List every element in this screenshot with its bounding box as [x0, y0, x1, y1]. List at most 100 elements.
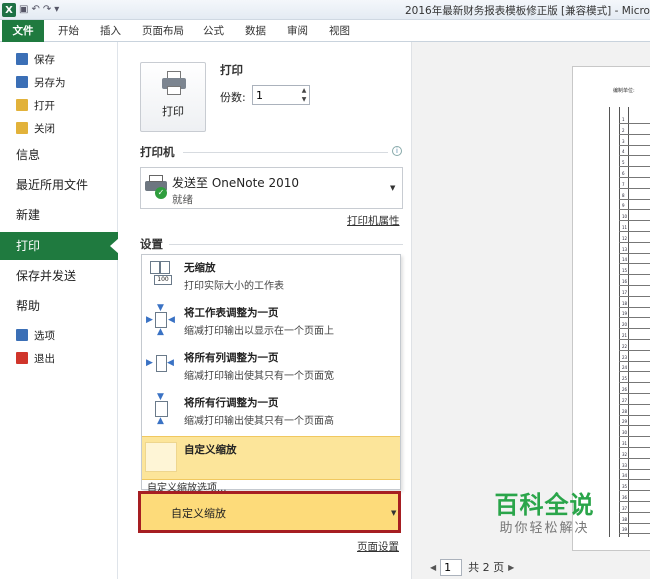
customize-icon[interactable]: ▾ [54, 3, 59, 17]
watermark-title: 百科全说 [494, 491, 595, 519]
preview-row-number: 2 [622, 127, 625, 133]
preview-row-line [619, 339, 650, 340]
tab-view[interactable]: 视图 [329, 23, 350, 40]
title-bar: X ▣ ↶ ↷ ▾ 2016年最新财务报表模板修正版 [兼容模式] - Micr… [0, 0, 650, 20]
undo-icon[interactable]: ↶ [31, 3, 39, 17]
preview-row-line [619, 382, 650, 384]
copies-label: 份数: [220, 91, 246, 104]
tab-formulas[interactable]: 公式 [203, 23, 224, 40]
print-button[interactable]: 打印 [140, 62, 206, 132]
preview-row-line [619, 220, 650, 222]
preview-row-number: 39 [622, 527, 628, 533]
nav-print[interactable]: 打印 [0, 232, 119, 260]
nav-open-label: 打开 [34, 99, 55, 112]
preview-row-number: 28 [622, 408, 628, 414]
option-title: 无缩放 [184, 262, 216, 274]
excel-logo-icon[interactable]: X [2, 3, 16, 17]
nav-save-as[interactable]: 另存为 [16, 73, 66, 91]
preview-row-line [619, 123, 650, 124]
nav-options-label: 选项 [34, 329, 55, 342]
prev-page-icon[interactable]: ◀ [430, 563, 436, 572]
preview-row-line [619, 295, 650, 297]
preview-row-number: 11 [622, 225, 628, 230]
preview-row-line [619, 457, 650, 459]
preview-row-number: 1 [622, 117, 625, 122]
option-title: 将所有列调整为一页 [184, 352, 279, 364]
nav-save[interactable]: 保存 [16, 50, 55, 68]
fit-columns-icon: ▶ ◀ [146, 351, 174, 379]
option-fit-columns[interactable]: ▶ ◀ 将所有列调整为一页 缩减打印输出使其只有一个页面宽 [142, 347, 400, 391]
next-page-icon[interactable]: ▶ [508, 563, 514, 572]
preview-row-line [619, 328, 650, 330]
preview-row-line [619, 166, 650, 168]
preview-row-number: 36 [622, 495, 628, 500]
printer-name: 发送至 OneNote 2010 [172, 176, 300, 190]
no-scaling-icon: 100 [148, 261, 174, 289]
page-setup-link[interactable]: 页面设置 [357, 539, 399, 554]
grid-line [609, 107, 610, 537]
preview-row-number: 31 [622, 441, 628, 446]
window-title: 2016年最新财务报表模板修正版 [兼容模式] - Microso [405, 5, 650, 17]
preview-row-number: 38 [622, 516, 628, 522]
nav-info[interactable]: 信息 [0, 141, 118, 169]
preview-row-line [619, 144, 650, 146]
printer-icon [162, 71, 186, 97]
divider [169, 244, 403, 245]
nav-new[interactable]: 新建 [0, 201, 118, 229]
preview-row-line [619, 468, 650, 470]
preview-row-number: 37 [622, 505, 628, 511]
printer-dropdown[interactable]: ✓ 发送至 OneNote 2010 就绪 ▼ [140, 167, 403, 209]
preview-row-number: 27 [622, 397, 628, 403]
settings-section-title: 设置 [140, 237, 163, 251]
save-icon [16, 53, 28, 65]
nav-help[interactable]: 帮助 [0, 292, 118, 320]
nav-exit-label: 退出 [34, 352, 55, 365]
nav-options[interactable]: 选项 [16, 326, 55, 344]
tab-home[interactable]: 开始 [58, 23, 79, 40]
custom-scaling-icon [145, 442, 177, 472]
tab-data[interactable]: 数据 [245, 23, 266, 40]
option-desc: 打印实际大小的工作表 [184, 281, 284, 292]
nav-recent[interactable]: 最近所用文件 [0, 171, 118, 199]
info-icon[interactable]: i [392, 146, 402, 156]
preview-row-number: 34 [622, 473, 628, 479]
copies-spinner[interactable]: ▲ ▼ [299, 86, 309, 104]
option-fit-sheet[interactable]: ▼ ▲ ▶ ◀ 将工作表调整为一页 缩减打印输出以显示在一个页面上 [142, 302, 400, 346]
preview-row-number: 7 [622, 181, 625, 187]
preview-row-number: 14 [622, 257, 628, 263]
tab-review[interactable]: 审阅 [287, 23, 308, 40]
watermark: 百科全说 助你轻松解决 [482, 490, 607, 538]
option-no-scaling[interactable]: 100 无缩放 打印实际大小的工作表 [142, 257, 400, 301]
option-custom-scaling[interactable]: 自定义缩放 [142, 436, 400, 480]
preview-row-number: 10 [622, 214, 628, 220]
page-navigator: ◀ 共 2 页 ▶ [426, 558, 518, 576]
printer-status: 就绪 [172, 194, 193, 206]
nav-exit[interactable]: 退出 [16, 349, 55, 367]
scaling-select[interactable]: 自定义缩放 ▼ [138, 491, 401, 533]
nav-close[interactable]: 关闭 [16, 119, 55, 137]
preview-row-line [619, 349, 650, 351]
preview-row-number: 29 [622, 419, 628, 425]
preview-row-line [619, 133, 650, 135]
preview-row-line [619, 414, 650, 416]
save-as-icon [16, 76, 28, 88]
nav-save-send[interactable]: 保存并发送 [0, 262, 118, 290]
printer-properties-link[interactable]: 打印机属性 [347, 213, 400, 228]
page-number-input[interactable] [440, 558, 463, 576]
tab-page-layout[interactable]: 页面布局 [142, 23, 184, 40]
preview-row-number: 33 [622, 462, 628, 468]
redo-icon[interactable]: ↷ [43, 3, 51, 17]
preview-row-number: 15 [622, 268, 628, 274]
save-icon[interactable]: ▣ [19, 3, 28, 17]
option-fit-rows[interactable]: ▼ ▲ 将所有行调整为一页 缩减打印输出使其只有一个页面高 [142, 392, 400, 436]
options-icon [16, 329, 28, 341]
backstage-nav: 保存 另存为 打开 关闭 信息 最近所用文件 新建 打印 保存并发送 帮助 选项… [0, 42, 119, 579]
preview-row-number: 12 [622, 235, 628, 241]
option-title: 自定义缩放 [184, 444, 237, 456]
tab-file[interactable]: 文件 [2, 20, 44, 42]
nav-open[interactable]: 打开 [16, 96, 55, 114]
tab-insert[interactable]: 插入 [100, 23, 121, 40]
preview-row-number: 17 [622, 289, 628, 295]
option-desc: 缩减打印输出使其只有一个页面宽 [184, 371, 334, 382]
nav-close-label: 关闭 [34, 122, 55, 135]
